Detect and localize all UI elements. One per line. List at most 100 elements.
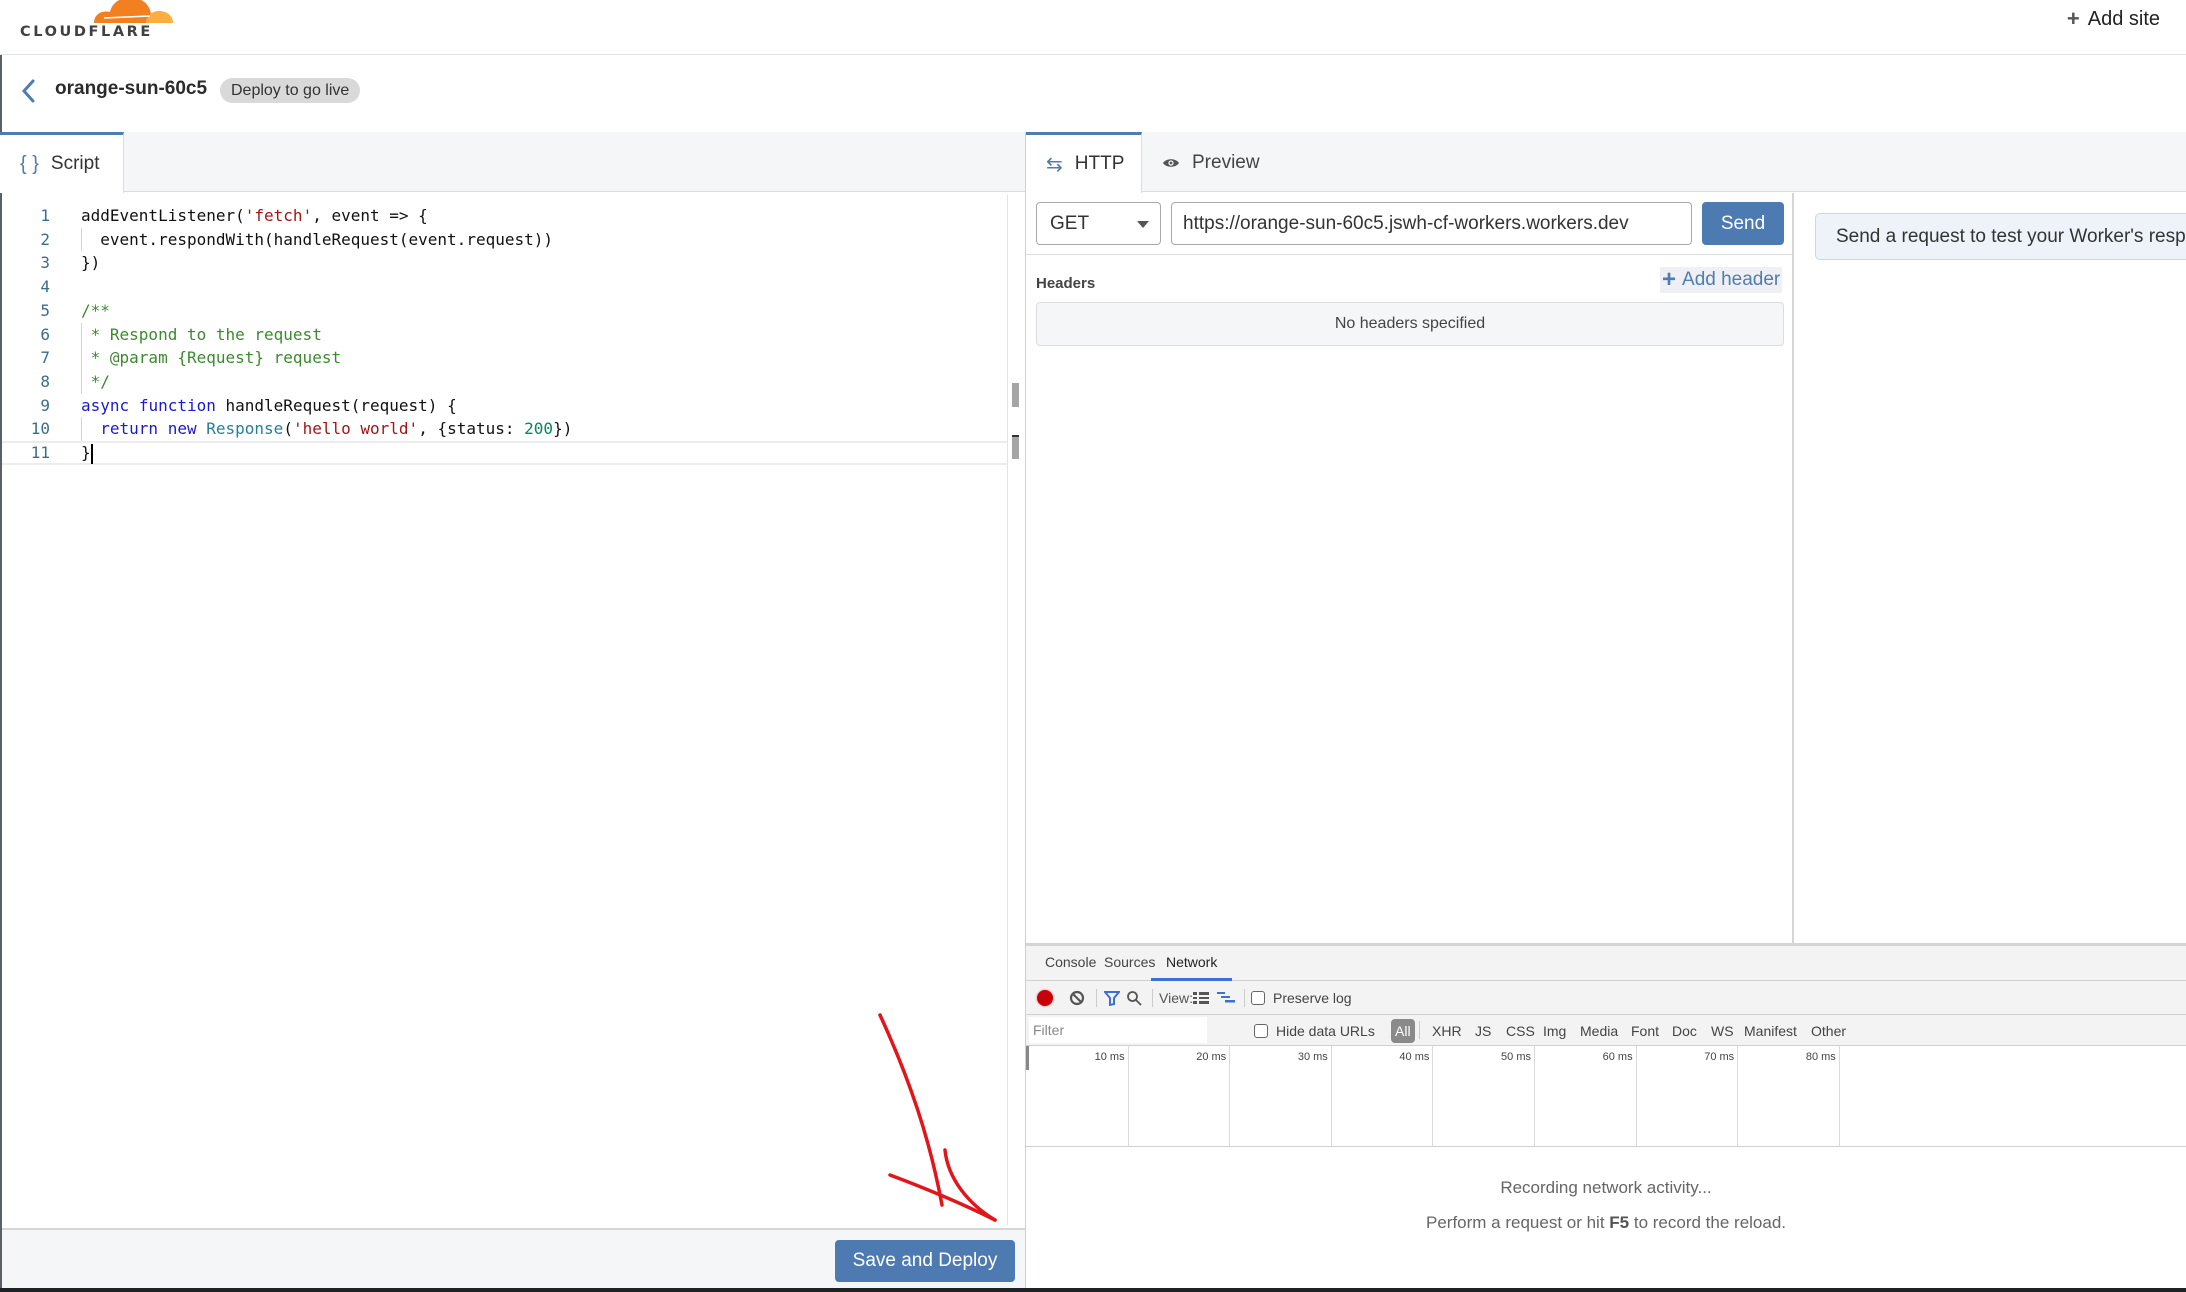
editor-footer: Save and Deploy [2, 1228, 1025, 1288]
indent-guide [81, 322, 82, 394]
type-filter-js[interactable]: JS [1475, 1019, 1491, 1043]
hide-data-urls-checkbox[interactable]: Hide data URLs [1254, 1015, 1375, 1046]
code-line[interactable]: 3}) [2, 251, 1007, 275]
hint-key: F5 [1609, 1213, 1630, 1232]
cloudflare-logo[interactable]: CLOUDFLARE [20, 0, 173, 44]
search-button[interactable] [1126, 981, 1142, 1015]
editor-scrollbar[interactable] [1007, 195, 1021, 1225]
type-filter-font[interactable]: Font [1631, 1019, 1659, 1043]
response-hint: Send a request to test your Worker's res… [1815, 213, 2186, 260]
code-line[interactable]: 9 async function handleRequest(request) { [2, 394, 1007, 418]
code-token: addEventListener( [81, 206, 245, 225]
type-filter-doc[interactable]: Doc [1672, 1019, 1697, 1043]
method-select[interactable]: GET [1036, 202, 1161, 245]
filter-toggle-button[interactable] [1104, 981, 1120, 1015]
recording-hint: Perform a request or hit F5 to record th… [1026, 1213, 2186, 1233]
timeline-gridline [1838, 1046, 1840, 1146]
network-timeline: 10 ms 20 ms 30 ms 40 ms 50 ms 60 ms 70 ms 80 ms [1026, 1046, 2186, 1147]
devtools-tab-network[interactable]: Network [1151, 946, 1233, 981]
type-filter-ws[interactable]: WS [1711, 1019, 1734, 1043]
add-site-button[interactable]: + Add site [2067, 6, 2160, 32]
type-filter-all[interactable]: All [1391, 1019, 1415, 1043]
code-token: * @param {Request} request [81, 348, 342, 368]
filter-input[interactable] [1029, 1017, 1207, 1043]
logo-text: CLOUDFLARE [20, 24, 153, 40]
code-line[interactable]: 11} [2, 441, 1007, 465]
devtools-panel: Console Sources Network View: Preserve l… [1026, 943, 2186, 1288]
type-filter-other[interactable]: Other [1811, 1019, 1846, 1043]
timeline-tick-label: 60 ms [1602, 1051, 1633, 1063]
scrollbar-thumb[interactable] [1012, 383, 1019, 407]
top-header: CLOUDFLARE + Add site [0, 0, 2186, 55]
large-rows-button[interactable] [1193, 981, 1209, 1015]
type-filter-img[interactable]: Img [1543, 1019, 1566, 1043]
hint-suffix: to record the reload. [1629, 1213, 1787, 1232]
clear-button[interactable] [1069, 981, 1085, 1015]
code-line[interactable]: 7 * @param {Request} request [2, 346, 1007, 370]
line-number: 3 [40, 253, 50, 273]
type-filter-media[interactable]: Media [1580, 1019, 1618, 1043]
cloud-icon [94, 0, 173, 23]
preserve-log-label: Preserve log [1273, 990, 1352, 1006]
record-button[interactable] [1037, 981, 1053, 1015]
code-line[interactable]: 6 * Respond to the request [2, 323, 1007, 347]
save-and-deploy-button[interactable]: Save and Deploy [835, 1240, 1015, 1282]
timeline-start-marker [1026, 1046, 1029, 1070]
code-editor[interactable]: 1 addEventListener('fetch', event => {2 e… [2, 193, 1025, 1228]
checkbox-icon [1254, 1023, 1268, 1038]
http-tabbar: ⇆ HTTP Preview [1026, 132, 2186, 193]
hint-prefix: Perform a request or hit [1425, 1213, 1610, 1232]
chevron-left-icon[interactable] [18, 78, 40, 104]
line-number: 2 [40, 229, 50, 249]
add-header-button[interactable]: + Add header [1660, 266, 1783, 293]
timeline-gridline [1737, 1046, 1739, 1146]
filter-funnel-icon [1104, 990, 1120, 1006]
send-button[interactable]: Send [1702, 202, 1784, 245]
line-code: } [81, 443, 93, 464]
line-number: 9 [40, 395, 50, 415]
timeline-tick-label: 30 ms [1297, 1051, 1328, 1063]
recording-status: Recording network activity... [1500, 1178, 1712, 1197]
code-token: event.respondWith(handleRequest(event.re… [81, 229, 554, 249]
tab-http[interactable]: ⇆ HTTP [1026, 132, 1142, 193]
add-site-label: Add site [2087, 7, 2160, 30]
line-code: addEventListener('fetch', event => { [81, 204, 428, 228]
code-line[interactable]: 10 return new Response('hello world', {s… [2, 417, 1007, 441]
indent-guide [81, 417, 82, 441]
code-token: return [100, 419, 159, 439]
waterfall-view-button[interactable] [1217, 981, 1235, 1015]
line-code: return new Response('hello world', {stat… [81, 417, 572, 441]
code-line[interactable]: 1 addEventListener('fetch', event => { [2, 204, 1007, 228]
plus-icon: + [2066, 6, 2080, 31]
type-filter-xhr[interactable]: XHR [1432, 1019, 1462, 1043]
tab-preview[interactable]: Preview [1142, 132, 1272, 193]
list-view-icon [1193, 992, 1209, 1004]
timeline-tick-label: 50 ms [1501, 1051, 1531, 1063]
type-filter-manifest[interactable]: Manifest [1744, 1019, 1797, 1043]
code-line[interactable]: 8 */ [2, 370, 1007, 394]
code-line[interactable]: 4 [2, 275, 1007, 299]
timeline-tick-label: 70 ms [1704, 1051, 1735, 1063]
toolbar-divider [1244, 989, 1245, 1007]
toolbar-divider [1096, 989, 1097, 1007]
code-token: 'fetch' [244, 206, 313, 225]
tab-script[interactable]: { } Script [0, 132, 124, 193]
waterfall-icon [1217, 992, 1235, 1003]
timeline-tick-label: 40 ms [1399, 1051, 1430, 1063]
checkbox-icon [1251, 991, 1265, 1005]
code-token: /** [81, 300, 110, 320]
code-line[interactable]: 5 /** [2, 299, 1007, 323]
url-input[interactable] [1171, 202, 1692, 245]
timeline-gridline [1635, 1046, 1637, 1146]
line-number: 5 [40, 300, 50, 320]
preserve-log-checkbox[interactable]: Preserve log [1251, 981, 1352, 1015]
status-badge: Deploy to go live [220, 78, 361, 103]
line-number: 4 [40, 277, 50, 297]
type-filter-css[interactable]: CSS [1506, 1019, 1535, 1043]
code-token: }) [81, 253, 101, 273]
plus-icon: + [1662, 266, 1677, 293]
search-icon [1127, 991, 1142, 1006]
line-code: /** [81, 299, 110, 323]
code-line[interactable]: 2 event.respondWith(handleRequest(event.… [2, 228, 1007, 252]
arrows-exchange-icon: ⇆ [1046, 153, 1063, 176]
